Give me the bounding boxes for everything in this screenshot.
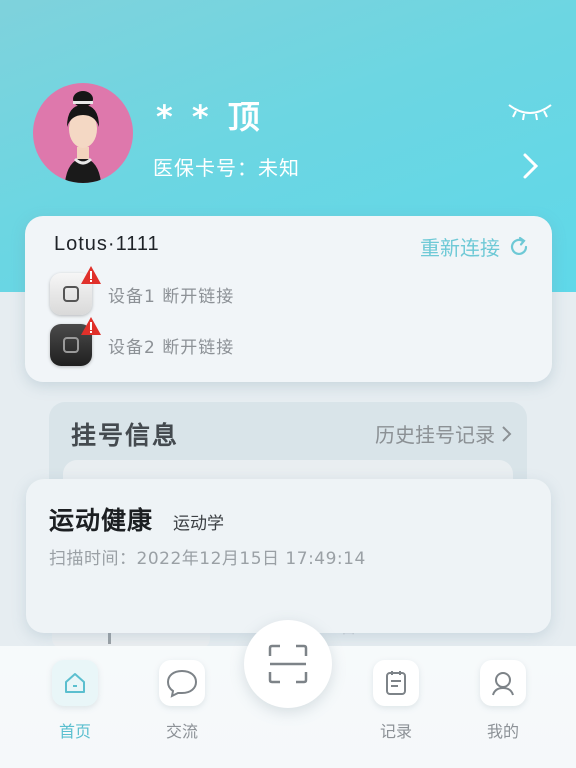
device-row[interactable]: 设备2 断开链接 (50, 317, 235, 366)
chevron-right-icon[interactable] (520, 152, 542, 180)
registration-title: 挂号信息 (71, 421, 180, 450)
tab-label: 首页 (58, 722, 91, 741)
warning-icon (81, 317, 101, 335)
avatar[interactable] (33, 83, 133, 183)
tab-records[interactable]: 记录 (356, 660, 436, 742)
tab-chat[interactable]: 交流 (142, 660, 222, 742)
tab-profile[interactable]: 我的 (463, 660, 543, 742)
sport-health-card[interactable]: 运动健康 运动学 扫描时间：2022年12月15日 17:49:14 (26, 479, 551, 633)
device-status: 设备2 断开链接 (108, 337, 235, 358)
chat-bubble-icon (166, 669, 198, 698)
tab-home[interactable]: 首页 (35, 660, 115, 742)
device-row[interactable]: 设备1 断开链接 (50, 266, 235, 315)
device-status: 设备1 断开链接 (108, 286, 235, 307)
warning-icon (81, 266, 101, 284)
reconnect-button[interactable]: 重新连接 (420, 232, 530, 261)
tab-label: 交流 (165, 722, 198, 741)
chevron-right-icon (502, 425, 512, 442)
device-card: Lotus·1111 重新连接 设备1 断开链接 设备2 断开链接 (25, 216, 552, 382)
scan-time: 扫描时间：2022年12月15日 17:49:14 (49, 549, 366, 569)
tab-label: 记录 (379, 722, 412, 741)
device-image (50, 266, 101, 315)
eye-closed-icon[interactable] (506, 97, 554, 121)
registration-history-label: 历史挂号记录 (375, 423, 495, 447)
tab-label: 我的 (486, 722, 519, 741)
device-image (50, 317, 101, 366)
scan-button[interactable] (244, 620, 332, 708)
home-icon (65, 673, 85, 693)
refresh-icon (510, 236, 528, 255)
device-card-title: Lotus·1111 (54, 233, 160, 255)
scan-icon (268, 644, 308, 684)
clipboard-icon (386, 671, 406, 695)
reconnect-label: 重新连接 (420, 236, 500, 260)
person-icon (492, 672, 514, 696)
user-name: * * 顶 (156, 98, 264, 136)
registration-history-link[interactable]: 历史挂号记录 (375, 419, 513, 448)
sport-card-tag: 运动学 (173, 514, 224, 534)
sport-card-title: 运动健康 (49, 506, 154, 535)
insurance-card-number: 医保卡号：未知 (153, 156, 300, 180)
